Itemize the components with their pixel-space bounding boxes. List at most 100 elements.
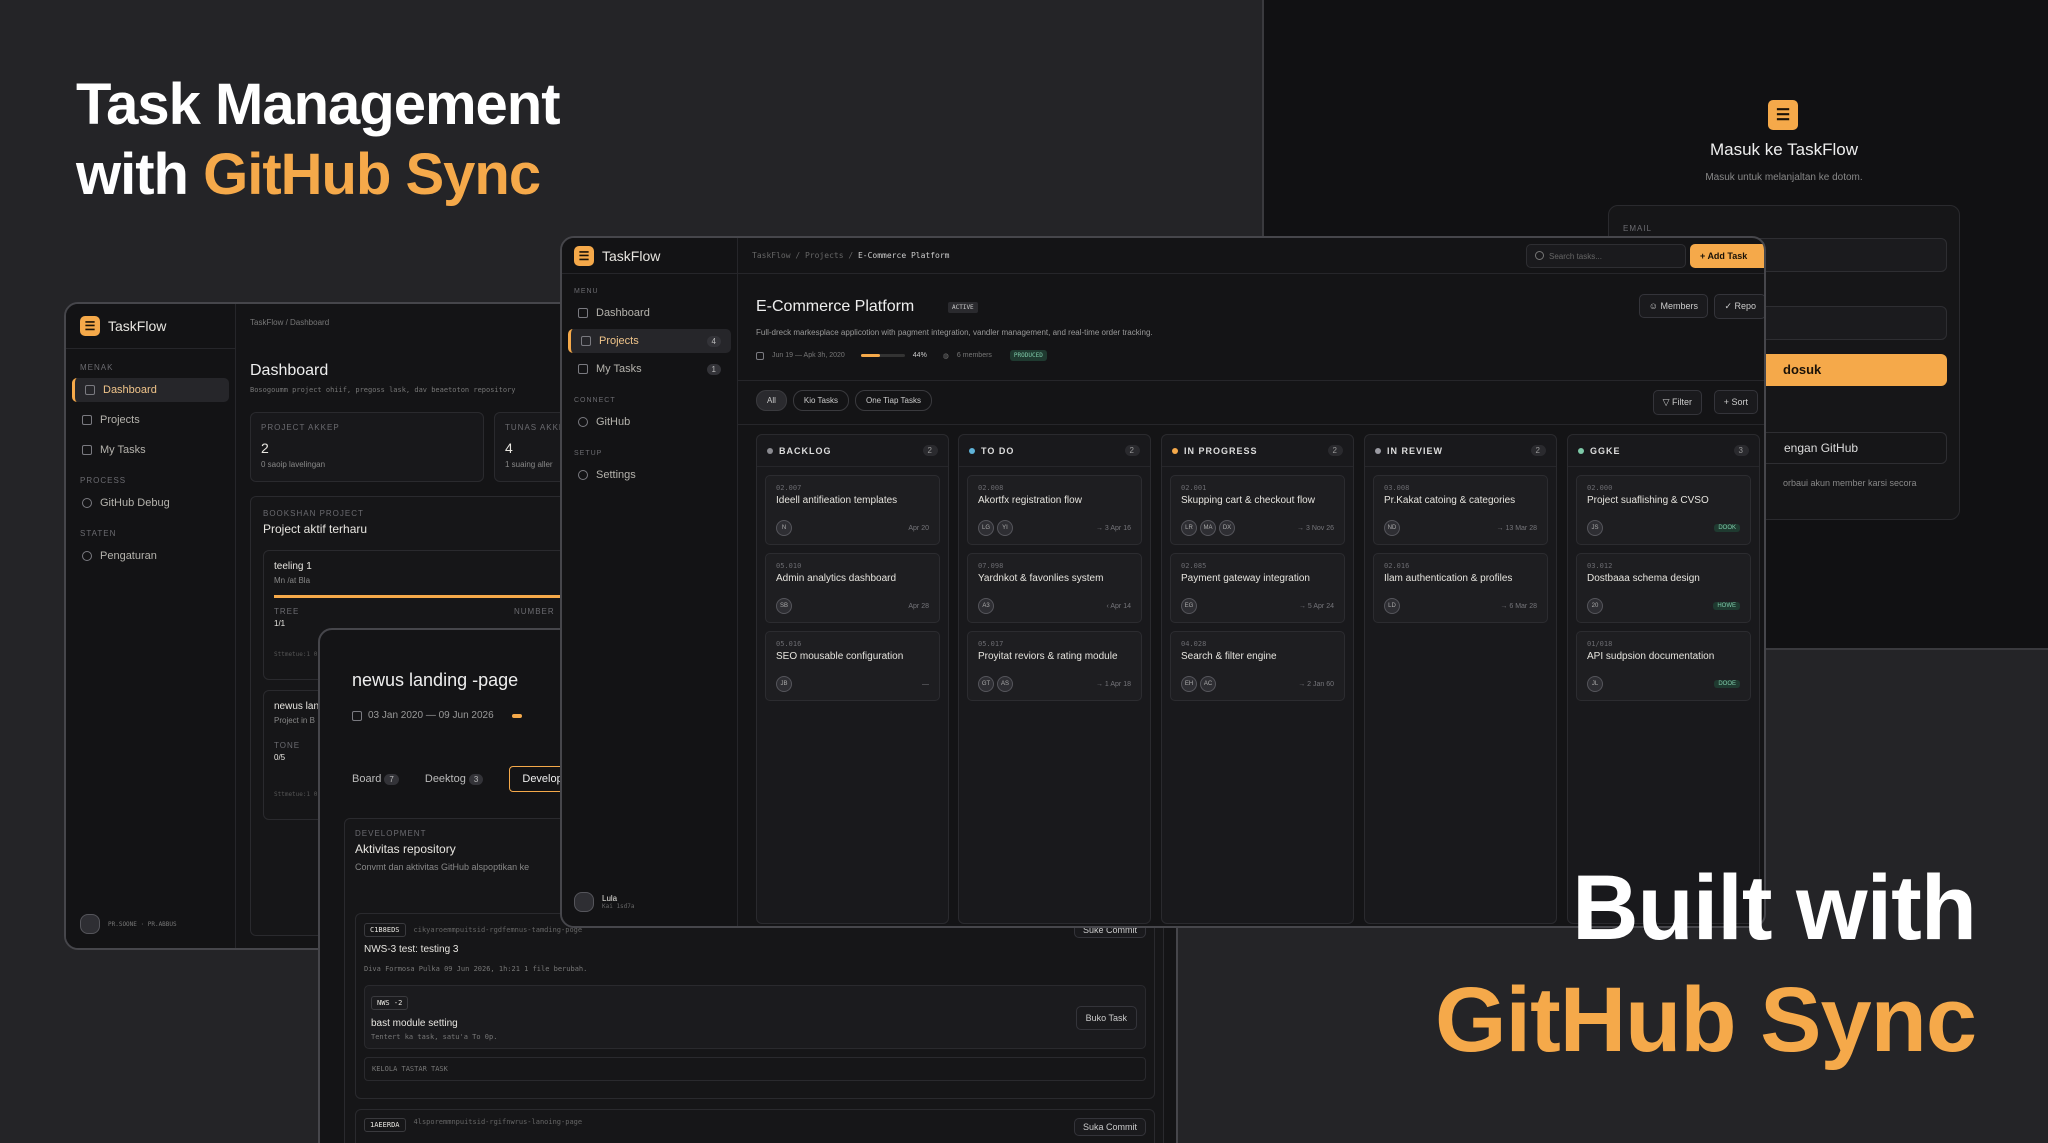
manage-tasks-row[interactable]: KELOLA TASTAR TASK bbox=[364, 1057, 1146, 1081]
task-id: 04.028 bbox=[1181, 640, 1207, 648]
task-due-date: → 6 Mar 28 bbox=[1500, 602, 1537, 610]
status-dot-icon bbox=[767, 447, 773, 454]
hero-line-1: Task Management bbox=[76, 72, 561, 137]
column-header: TO DO 2 bbox=[959, 435, 1150, 467]
checkbox-icon bbox=[82, 445, 92, 455]
github-icon bbox=[578, 417, 588, 427]
login-submit-label: dosuk bbox=[1783, 362, 1822, 377]
task-title: Dostbaaa schema design bbox=[1587, 573, 1700, 584]
main-section-menu: MENU bbox=[574, 288, 599, 295]
task-id: 02.007 bbox=[776, 484, 802, 492]
check-icon: ✓ bbox=[1724, 301, 1735, 311]
assignee-avatar: N bbox=[776, 520, 792, 536]
task-card[interactable]: 03.012 Dostbaaa schema design 20 HOWE bbox=[1576, 553, 1751, 623]
main-user-footer[interactable]: Lula Kai 1sd7a bbox=[574, 892, 635, 912]
project-dates: Jun 19 — Apk 3h, 2020 bbox=[772, 352, 845, 359]
members-button[interactable]: ☺ Members bbox=[1638, 294, 1708, 318]
assignee-avatar: ND bbox=[1384, 520, 1400, 536]
dash-nav-projects[interactable]: Projects bbox=[72, 408, 229, 432]
stat-value: 2 bbox=[261, 440, 269, 456]
status-dot-icon bbox=[969, 447, 975, 454]
nav-projects[interactable]: Projects 4 bbox=[568, 329, 731, 353]
task-card[interactable]: 02.001 Skupping cart & checkout flow LR MA D… bbox=[1170, 475, 1345, 545]
commit-title: NWS-3 test: testing 3 bbox=[364, 944, 459, 955]
view-commit-button[interactable]: Suka Commit bbox=[1073, 1118, 1146, 1136]
tab-board[interactable]: Board 7 bbox=[352, 773, 399, 785]
column-header: BACKLOG 2 bbox=[757, 435, 948, 467]
task-footer: EG → 5 Apr 24 bbox=[1181, 598, 1334, 614]
task-card[interactable]: 01/018 API sudpsion documentation JL DOOE bbox=[1576, 631, 1751, 701]
dash-nav-dashboard[interactable]: Dashboard bbox=[72, 378, 229, 402]
task-card[interactable]: 04.028 Search & filter engine EH AC → 2 Jan … bbox=[1170, 631, 1345, 701]
task-footer: LD → 6 Mar 28 bbox=[1384, 598, 1537, 614]
breadcrumb-item[interactable]: Projects bbox=[805, 251, 844, 260]
repo-progress-bar bbox=[512, 714, 522, 718]
assignee-avatar: 20 bbox=[1587, 598, 1603, 614]
task-footer: EH AC → 2 Jan 60 bbox=[1181, 676, 1334, 692]
task-footer: JL DOOE bbox=[1587, 676, 1740, 692]
task-due-date: Apr 20 bbox=[908, 524, 929, 532]
column-count: 2 bbox=[1124, 445, 1140, 456]
task-card[interactable]: 05.017 Proyitat reviors & rating module GT… bbox=[967, 631, 1142, 701]
dashboard-brand: ☰ TaskFlow bbox=[66, 304, 235, 349]
grid-icon bbox=[578, 308, 588, 318]
tab-deektog[interactable]: Deektog 3 bbox=[425, 773, 484, 785]
sort-button[interactable]: + Sort bbox=[1713, 390, 1758, 414]
task-title: Ideell antifieation templates bbox=[776, 495, 898, 506]
tab-count: 3 bbox=[468, 774, 484, 785]
main-sidebar: ☰ TaskFlow MENU Dashboard Projects 4 My Ta… bbox=[562, 238, 738, 926]
task-id: 02.001 bbox=[1181, 484, 1207, 492]
nav-my-tasks[interactable]: My Tasks 1 bbox=[568, 357, 731, 381]
task-card[interactable]: 05.010 Admin analytics dashboard SB Apr 28 bbox=[765, 553, 940, 623]
assignee-avatar: GT bbox=[978, 676, 994, 692]
task-card[interactable]: 02.016 Ilam authentication & profiles LD → … bbox=[1373, 553, 1548, 623]
nav-label: Dashboard bbox=[596, 307, 650, 319]
nav-label: Settings bbox=[596, 469, 636, 481]
task-card[interactable]: 02.008 Akortfx registration flow LG YI → 3 A… bbox=[967, 475, 1142, 545]
dash-nav-github[interactable]: GitHub Debug bbox=[72, 491, 229, 515]
task-card[interactable]: 02.085 Payment gateway integration EG → 5 A… bbox=[1170, 553, 1345, 623]
column-title: IN REVIEW bbox=[1387, 445, 1444, 456]
search-input[interactable]: Search tasks... bbox=[1526, 244, 1686, 268]
chip-my-tasks[interactable]: Kio Tasks bbox=[792, 390, 849, 411]
task-card[interactable]: 02.000 Project suaflishing & CVSO JS DOOK bbox=[1576, 475, 1751, 545]
repo-dates: 03 Jan 2020 — 09 Jun 2026 bbox=[352, 710, 494, 721]
main-topbar: TaskFlow / Projects / E-Commerce Platfor… bbox=[738, 238, 1764, 274]
nav-count: 1 bbox=[706, 363, 721, 375]
chip-all[interactable]: All bbox=[756, 390, 787, 411]
open-task-button[interactable]: Buko Task bbox=[1075, 1006, 1137, 1030]
task-meta: Tentert ka task, satu'a To 0p. bbox=[371, 1033, 498, 1041]
project-meta-key: TONE bbox=[274, 741, 301, 750]
task-card[interactable]: 07.098 Yardnkot & favonlies system A3 ‹ Apr… bbox=[967, 553, 1142, 623]
nav-dashboard[interactable]: Dashboard bbox=[568, 301, 731, 325]
github-login-label: engan GitHub bbox=[1784, 441, 1859, 455]
assignee-avatar: A3 bbox=[978, 598, 994, 614]
task-card[interactable]: 03.008 Pr.Kakat catoing & categories ND → 1… bbox=[1373, 475, 1548, 545]
chip-other[interactable]: One Tiap Tasks bbox=[854, 390, 932, 411]
dash-nav-settings[interactable]: Pengaturan bbox=[72, 544, 229, 568]
nav-github[interactable]: GitHub bbox=[568, 410, 731, 434]
assignee-avatar: LR bbox=[1181, 520, 1197, 536]
add-task-button[interactable]: + Add Task bbox=[1690, 244, 1764, 268]
checkbox-icon bbox=[578, 364, 588, 374]
task-card[interactable]: 05.016 SEO mousable configuration JB — bbox=[765, 631, 940, 701]
assignee-avatar: DX bbox=[1219, 520, 1235, 536]
assignee-avatar: LD bbox=[1384, 598, 1400, 614]
main-brand: ☰ TaskFlow bbox=[562, 238, 737, 274]
dash-user-footer[interactable]: PR.SOONE · PR.ABBUS bbox=[80, 914, 177, 934]
breadcrumb-item[interactable]: TaskFlow bbox=[752, 251, 791, 260]
nav-settings[interactable]: Settings bbox=[568, 463, 731, 487]
repo-button[interactable]: ✓ Repo bbox=[1714, 294, 1764, 319]
hero-heading: Task Management with GitHub Sync bbox=[76, 70, 561, 210]
stat-sub: 0 saoip lavelingan bbox=[261, 460, 326, 469]
search-icon bbox=[1535, 251, 1544, 260]
dash-nav-tasks[interactable]: My Tasks bbox=[72, 438, 229, 462]
task-card[interactable]: 02.007 Ideell antifieation templates N Apr … bbox=[765, 475, 940, 545]
filter-button[interactable]: ▽ Filter bbox=[1652, 390, 1702, 415]
folder-icon bbox=[82, 415, 92, 425]
task-title: SEO mousable configuration bbox=[776, 651, 904, 662]
dash-nav-label: Pengaturan bbox=[100, 550, 157, 562]
commit-hash: C1B8EDS bbox=[364, 923, 406, 937]
project-status: Sttmetue:1 0 bbox=[274, 651, 318, 658]
task-footer: ND → 13 Mar 28 bbox=[1384, 520, 1537, 536]
